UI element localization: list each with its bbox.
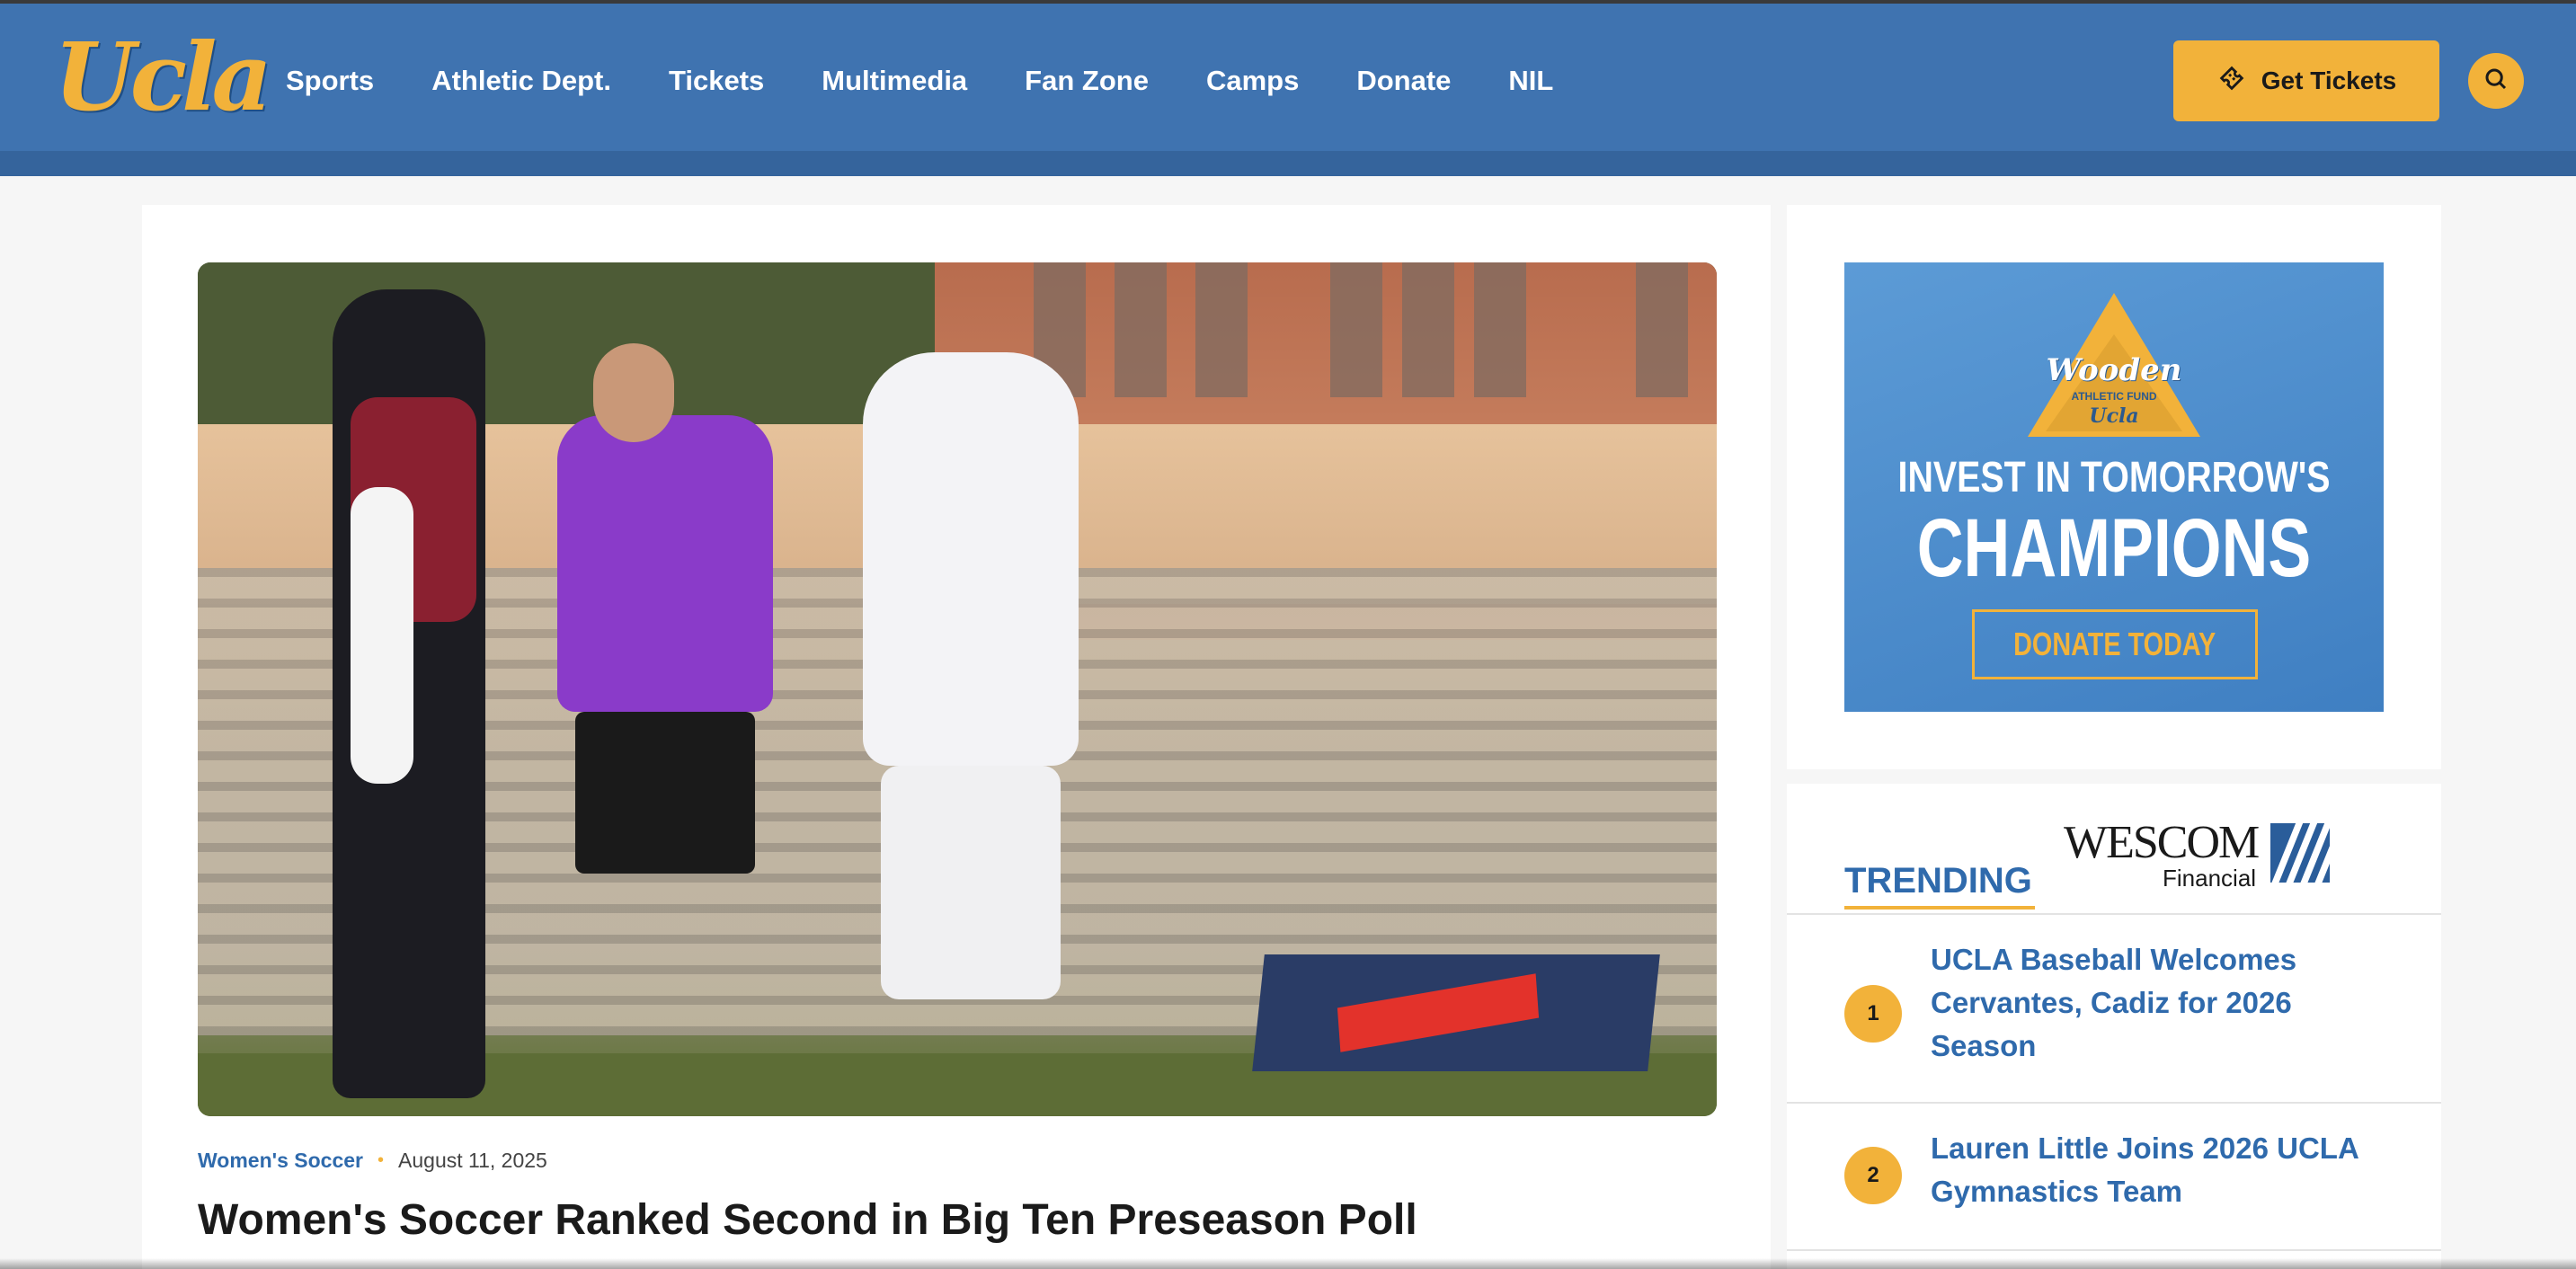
trending-title: TRENDING [1844,861,2032,901]
window-bottom-edge [0,1258,2576,1269]
trending-item[interactable]: 1 UCLA Baseball Welcomes Cervantes, Cadi… [1787,938,2441,1118]
article-date: August 11, 2025 [398,1148,547,1172]
nav-camps[interactable]: Camps [1206,59,1299,102]
nav-sports[interactable]: Sports [286,59,374,102]
wooden-fund-subtitle: ATHLETIC FUND [2071,390,2157,403]
featured-article-image[interactable] [198,262,1717,1116]
article-category[interactable]: Women's Soccer [198,1149,363,1173]
site-header: Ucla Sports Athletic Dept. Tickets Multi… [0,4,2576,151]
image-window [1195,262,1248,397]
nav-fan-zone[interactable]: Fan Zone [1025,59,1149,102]
donate-today-label: DONATE TODAY [2013,626,2216,662]
image-window [1636,262,1688,397]
image-window [1330,262,1382,397]
trending-separator [1787,1102,2441,1104]
header-subbar [0,151,2576,176]
meta-separator-dot: • [378,1149,385,1170]
get-tickets-button[interactable]: Get Tickets [2173,40,2439,121]
nav-donate[interactable]: Donate [1356,59,1451,102]
article-meta: Women's Soccer • August 11, 2025 [198,1147,547,1174]
ad-headline-line2: CHAMPIONS [1916,502,2312,594]
wooden-fund-wordmark: Wooden [2046,352,2182,388]
image-banner [1252,954,1660,1071]
wescom-sponsor-logo[interactable]: WESCOM Financial [2064,817,2270,891]
wescom-financial: Financial [2163,865,2257,892]
nav-nil[interactable]: NIL [1508,59,1553,102]
trending-item[interactable]: 2 Lauren Little Joins 2026 UCLA Gymnasti… [1787,1127,2441,1235]
image-players-celebrating [863,352,1079,766]
trending-item-title[interactable]: Lauren Little Joins 2026 UCLA Gymnastics… [1931,1127,2398,1213]
image-window [1474,262,1526,397]
article-headline[interactable]: Women's Soccer Ranked Second in Big Ten … [198,1194,1717,1247]
wooden-fund-ad[interactable]: Wooden ATHLETIC FUND Ucla INVEST IN TOMO… [1844,262,2384,712]
nav-multimedia[interactable]: Multimedia [822,59,967,102]
search-icon [2483,66,2509,97]
image-player-legs [881,766,1061,999]
trending-item-title[interactable]: UCLA Baseball Welcomes Cervantes, Cadiz … [1931,938,2398,1068]
trending-rank-badge: 1 [1844,985,1902,1043]
trending-separator [1787,1249,2441,1251]
image-referee-shirt [557,415,773,712]
featured-article-card: Women's Soccer • August 11, 2025 Women's… [142,205,1771,1269]
trending-tab-underline [1844,906,2035,910]
image-trees [198,262,935,424]
nav-athletic-dept[interactable]: Athletic Dept. [431,59,611,102]
wescom-wordmark: WESCOM [2064,817,2260,868]
search-button[interactable] [2468,53,2524,109]
ad-headline-line1: INVEST IN TOMORROW'S [1897,454,2331,501]
sidebar-ad-card: Wooden ATHLETIC FUND Ucla INVEST IN TOMO… [1787,205,2441,769]
ucla-logo[interactable]: Ucla [54,31,272,124]
image-player-white [351,487,413,784]
wescom-mark-icon [2270,823,2330,883]
trending-divider [1787,913,2441,915]
wooden-fund-ucla: Ucla [2089,404,2139,428]
image-referee-shorts [575,712,755,874]
get-tickets-label: Get Tickets [2261,67,2397,94]
main-nav: Sports Athletic Dept. Tickets Multimedia… [286,59,1611,102]
image-window [1402,262,1454,397]
trending-rank-badge: 2 [1844,1147,1902,1204]
image-referee-head [593,343,674,442]
donate-today-button[interactable]: DONATE TODAY [1972,609,2258,679]
image-window [1115,262,1167,397]
trending-card: TRENDING WESCOM Financial 1 UCLA Basebal… [1787,784,2441,1269]
ticket-icon [2216,63,2247,100]
nav-tickets[interactable]: Tickets [669,59,764,102]
